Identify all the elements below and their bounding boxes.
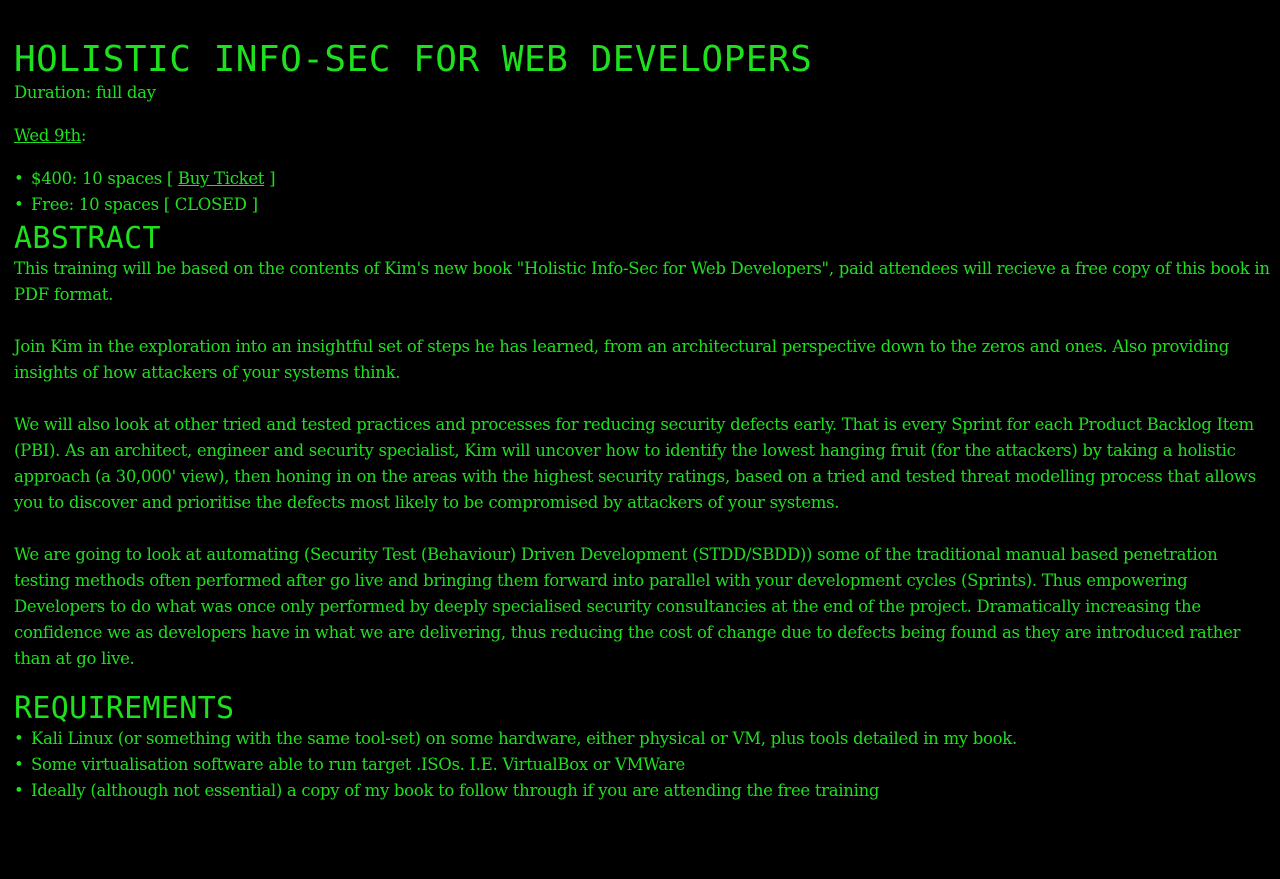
ticket-paid: $400: 10 spaces [ Buy Ticket ] <box>14 166 1276 192</box>
session-date: Wed 9th: <box>14 123 1276 149</box>
requirements-heading: REQUIREMENTS <box>14 691 235 726</box>
ticket-free: Free: 10 spaces [ CLOSED ] <box>14 192 1276 218</box>
abstract-paragraph: We will also look at other tried and tes… <box>14 415 1256 512</box>
abstract-paragraph: This training will be based on the conte… <box>14 259 1270 304</box>
ticket-list: $400: 10 spaces [ Buy Ticket ] Free: 10 … <box>14 166 1276 218</box>
session-date-suffix: : <box>80 126 87 145</box>
ticket-paid-prefix: $400: 10 spaces [ <box>31 169 178 188</box>
requirement-item: Ideally (although not essential) a copy … <box>14 778 1276 804</box>
requirement-item: Kali Linux (or something with the same t… <box>14 726 1276 752</box>
session-date-link[interactable]: Wed 9th <box>14 126 81 145</box>
buy-ticket-link[interactable]: Buy Ticket <box>178 169 265 188</box>
duration-text: Duration: full day <box>14 83 156 102</box>
page-content: HOLISTIC INFO-SEC FOR WEB DEVELOPERS Dur… <box>14 0 1276 805</box>
ticket-paid-suffix: ] <box>264 169 276 188</box>
abstract-paragraph: Join Kim in the exploration into an insi… <box>14 337 1229 382</box>
page-title: HOLISTIC INFO-SEC FOR WEB DEVELOPERS <box>14 39 813 80</box>
abstract-heading: ABSTRACT <box>14 221 161 256</box>
abstract-paragraph: We are going to look at automating (Secu… <box>14 545 1241 668</box>
abstract-section: This training will be based on the conte… <box>14 256 1276 672</box>
requirement-item: Some virtualisation software able to run… <box>14 752 1276 778</box>
requirements-list: Kali Linux (or something with the same t… <box>14 726 1276 804</box>
